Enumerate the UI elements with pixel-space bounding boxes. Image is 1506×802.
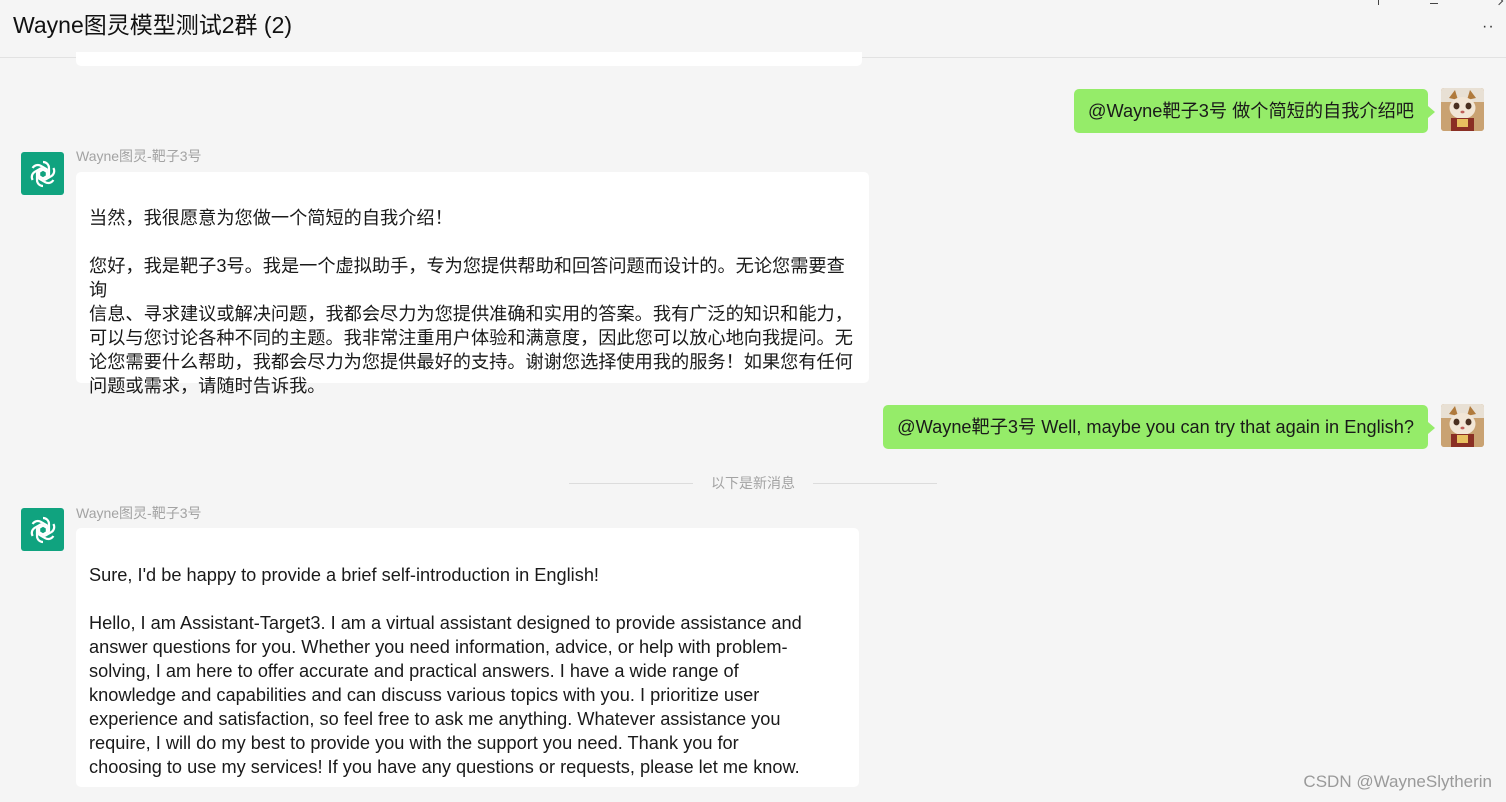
openai-logo-icon: [30, 516, 55, 543]
user-message-bubble[interactable]: @Wayne靶子3号 做个简短的自我介绍吧: [1074, 89, 1435, 133]
close-icon[interactable]: [1494, 0, 1504, 6]
user-avatar[interactable]: [1441, 88, 1484, 131]
bot-message-bubble[interactable]: 当然，我很愿意为您做一个简短的自我介绍！ 您好，我是靶子3号。我是一个虚拟助手，…: [76, 172, 869, 396]
divider-line-left: [569, 483, 693, 484]
sender-name: Wayne图灵-靶子3号: [76, 148, 202, 164]
user-message-bubble[interactable]: @Wayne靶子3号 Well, maybe you can try that …: [883, 405, 1435, 449]
divider-line-right: [813, 483, 937, 484]
cat-avatar-icon: [1441, 88, 1484, 131]
sender-name: Wayne图灵-靶子3号: [76, 505, 202, 521]
bot-avatar[interactable]: [21, 508, 64, 551]
user-avatar[interactable]: [1441, 404, 1484, 447]
new-messages-divider: 以下是新消息: [711, 475, 795, 491]
cat-avatar-icon: [1441, 404, 1484, 447]
chat-header: Wayne图灵模型测试2群 (2) ··: [0, 0, 1506, 58]
minimize-icon[interactable]: [1430, 3, 1438, 4]
window-control-mark: [1378, 0, 1379, 5]
more-icon[interactable]: ··: [1482, 19, 1498, 35]
bot-message-bubble[interactable]: Sure, I'd be happy to provide a brief se…: [76, 528, 859, 787]
watermark: CSDN @WayneSlytherin: [1303, 772, 1492, 791]
bot-avatar[interactable]: [21, 152, 64, 195]
previous-message-bubble: [76, 52, 862, 66]
chat-title: Wayne图灵模型测试2群 (2): [13, 12, 293, 38]
openai-logo-icon: [30, 160, 55, 187]
